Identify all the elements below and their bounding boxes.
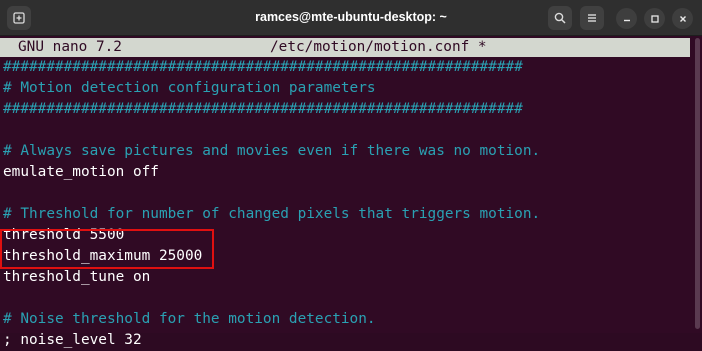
hamburger-menu-icon [588,14,596,22]
file-line[interactable]: emulate_motion off [3,162,159,183]
file-line[interactable]: ########################################… [3,57,523,78]
nano-filename: /etc/motion/motion.conf * [270,39,487,55]
nano-version: GNU nano 7.2 [18,39,122,55]
window-titlebar: ramces@mte-ubuntu-desktop: ~ [0,0,702,36]
maximize-icon [650,14,659,23]
close-icon [679,15,686,22]
search-button[interactable] [548,6,572,30]
minimize-button[interactable] [616,8,637,29]
file-line[interactable]: # Motion detection configuration paramet… [3,78,376,99]
search-icon [554,12,566,24]
menu-button[interactable] [580,6,604,30]
file-line[interactable]: ########################################… [3,99,523,120]
nano-header-bar: GNU nano 7.2 /etc/motion/motion.conf * [0,38,690,57]
file-line[interactable]: # Threshold for number of changed pixels… [3,204,540,225]
terminal-area[interactable]: GNU nano 7.2 /etc/motion/motion.conf * #… [0,36,702,348]
file-line[interactable]: ; noise_level 32 [3,330,142,351]
scrollbar[interactable] [695,38,700,329]
file-line[interactable]: # Always save pictures and movies even i… [3,141,540,162]
minimize-icon [623,19,630,21]
highlight-box [0,229,214,269]
close-button[interactable] [672,8,693,29]
maximize-button[interactable] [644,8,665,29]
file-line[interactable]: # Noise threshold for the motion detecti… [3,309,376,330]
file-line[interactable]: threshold_tune on [3,267,150,288]
